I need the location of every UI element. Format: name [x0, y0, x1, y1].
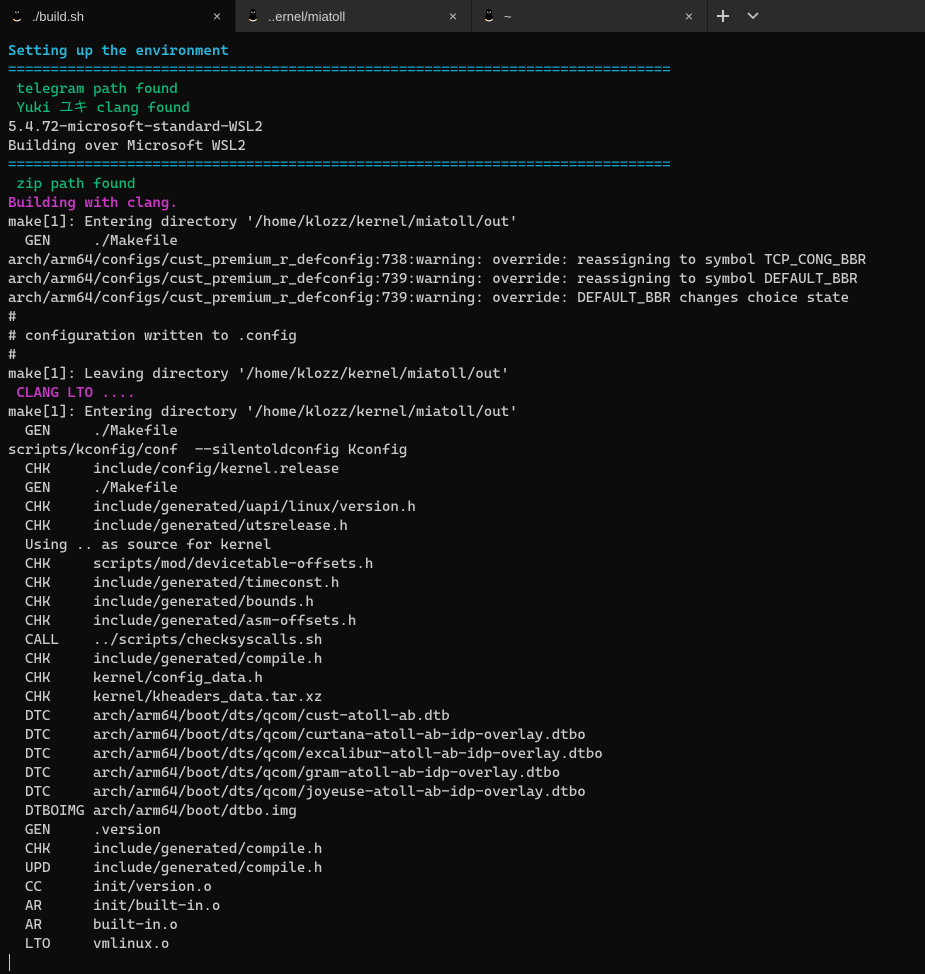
tab-2[interactable]: ~× [472, 0, 708, 32]
terminal-line: 5.4.72-microsoft-standard-WSL2 [8, 118, 917, 137]
terminal-line: Yuki ユキ clang found [8, 99, 917, 118]
terminal-line: GEN ./Makefile [8, 232, 917, 251]
terminal-output[interactable]: Setting up the environment==============… [0, 32, 925, 974]
terminal-line: DTC arch/arm64/boot/dts/qcom/gram-atoll-… [8, 764, 917, 783]
close-icon[interactable]: × [445, 8, 461, 24]
terminal-line: DTBOIMG arch/arm64/boot/dtbo.img [8, 802, 917, 821]
terminal-line: ========================================… [8, 156, 917, 175]
terminal-line: make[1]: Leaving directory '/home/klozz/… [8, 365, 917, 384]
terminal-line: CHK include/generated/compile.h [8, 840, 917, 859]
new-tab-button[interactable] [708, 0, 738, 32]
terminal-line: CHK include/generated/uapi/linux/version… [8, 498, 917, 517]
terminal-line: arch/arm64/configs/cust_premium_r_defcon… [8, 251, 917, 270]
terminal-line: DTC arch/arm64/boot/dts/qcom/cust-atoll-… [8, 707, 917, 726]
terminal-line: make[1]: Entering directory '/home/klozz… [8, 213, 917, 232]
plus-icon [717, 10, 729, 22]
terminal-line: GEN ./Makefile [8, 422, 917, 441]
terminal-cursor-line [8, 954, 917, 973]
terminal-line: AR built-in.o [8, 916, 917, 935]
tab-label: ~ [504, 9, 673, 24]
terminal-line: AR init/built-in.o [8, 897, 917, 916]
terminal-line: CHK include/generated/compile.h [8, 650, 917, 669]
terminal-line: CC init/version.o [8, 878, 917, 897]
terminal-line: LTO vmlinux.o [8, 935, 917, 954]
tux-icon [246, 8, 260, 25]
terminal-line: CHK include/generated/timeconst.h [8, 574, 917, 593]
terminal-line: telegram path found [8, 80, 917, 99]
cursor-icon [9, 954, 10, 971]
terminal-line: # [8, 346, 917, 365]
terminal-line: UPD include/generated/compile.h [8, 859, 917, 878]
terminal-line: CHK include/generated/bounds.h [8, 593, 917, 612]
terminal-line: GEN ./Makefile [8, 479, 917, 498]
terminal-line: CALL ../scripts/checksyscalls.sh [8, 631, 917, 650]
terminal-line: # configuration written to .config [8, 327, 917, 346]
terminal-line: zip path found [8, 175, 917, 194]
terminal-line: Building with clang. [8, 194, 917, 213]
tux-icon [10, 8, 24, 25]
terminal-line: CLANG LTO .... [8, 384, 917, 403]
terminal-line: CHK kernel/kheaders_data.tar.xz [8, 688, 917, 707]
terminal-line: GEN .version [8, 821, 917, 840]
terminal-line: ========================================… [8, 61, 917, 80]
chevron-down-icon [747, 10, 759, 22]
terminal-line: CHK include/generated/utsrelease.h [8, 517, 917, 536]
terminal-line: DTC arch/arm64/boot/dts/qcom/joyeuse-ato… [8, 783, 917, 802]
terminal-line: arch/arm64/configs/cust_premium_r_defcon… [8, 289, 917, 308]
terminal-line: DTC arch/arm64/boot/dts/qcom/excalibur-a… [8, 745, 917, 764]
terminal-line: arch/arm64/configs/cust_premium_r_defcon… [8, 270, 917, 289]
tab-label: ..ernel/miatoll [268, 9, 437, 24]
terminal-line: CHK kernel/config_data.h [8, 669, 917, 688]
tab-dropdown-button[interactable] [738, 0, 768, 32]
terminal-line: scripts/kconfig/conf --silentoldconfig K… [8, 441, 917, 460]
tab-bar: ./build.sh×..ernel/miatoll×~× [0, 0, 925, 32]
tux-icon [482, 8, 496, 25]
terminal-line: CHK include/generated/asm-offsets.h [8, 612, 917, 631]
close-icon[interactable]: × [209, 8, 225, 24]
tab-label: ./build.sh [32, 9, 201, 24]
terminal-line: Setting up the environment [8, 42, 917, 61]
tab-1[interactable]: ..ernel/miatoll × [236, 0, 472, 32]
terminal-line: Building over Microsoft WSL2 [8, 137, 917, 156]
terminal-line: CHK scripts/mod/devicetable-offsets.h [8, 555, 917, 574]
close-icon[interactable]: × [681, 8, 697, 24]
terminal-line: Using .. as source for kernel [8, 536, 917, 555]
terminal-line: make[1]: Entering directory '/home/klozz… [8, 403, 917, 422]
tab-0[interactable]: ./build.sh × [0, 0, 236, 32]
terminal-line: DTC arch/arm64/boot/dts/qcom/curtana-ato… [8, 726, 917, 745]
terminal-line: # [8, 308, 917, 327]
terminal-line: CHK include/config/kernel.release [8, 460, 917, 479]
